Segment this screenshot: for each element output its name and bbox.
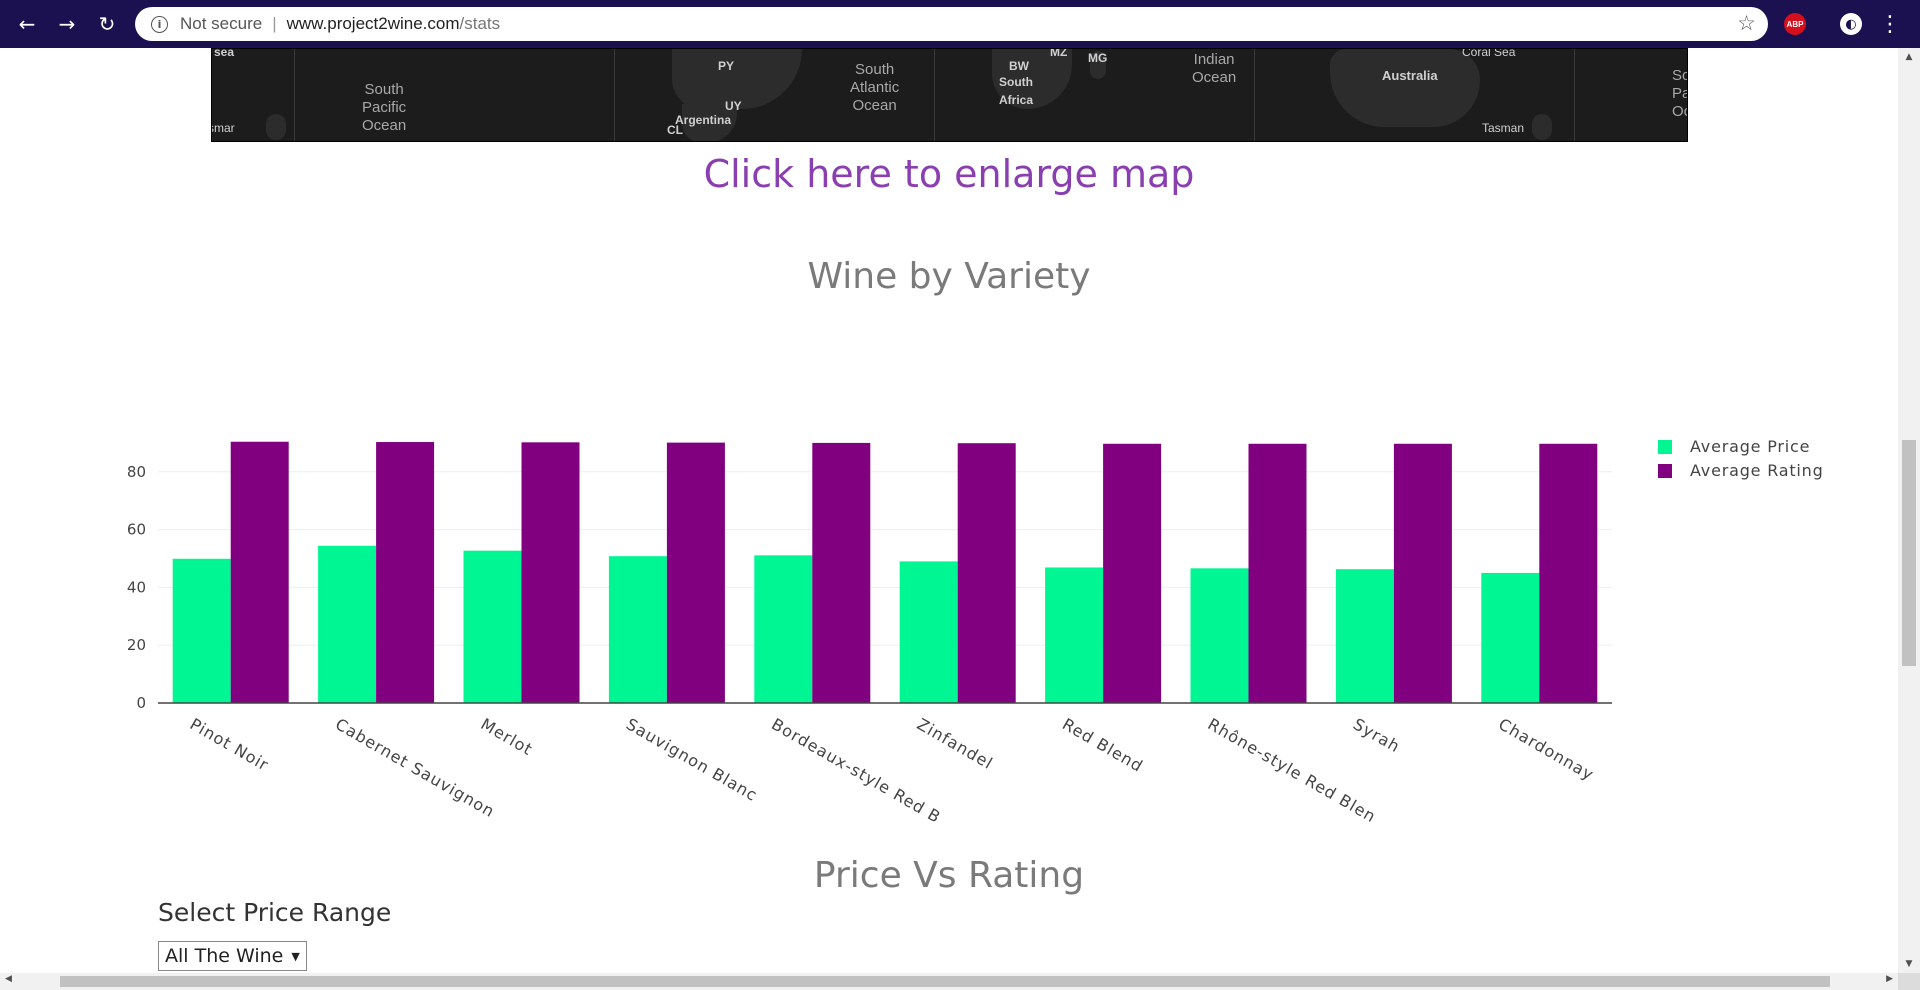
bar-average-rating[interactable] — [812, 442, 871, 703]
bar-average-rating[interactable] — [666, 442, 725, 703]
bar-average-rating[interactable] — [521, 442, 580, 703]
bar-average-rating[interactable] — [1248, 443, 1307, 703]
legend-label[interactable]: Average Price — [1690, 437, 1810, 456]
price-vs-rating-title: Price Vs Rating — [813, 855, 1085, 896]
y-tick-label: 60 — [127, 521, 146, 539]
legend-swatch[interactable] — [1658, 440, 1672, 454]
scroll-up-icon[interactable]: ▲ — [1898, 52, 1920, 62]
bar-average-price[interactable] — [1335, 569, 1394, 703]
bar-average-price[interactable] — [608, 556, 667, 703]
vertical-scroll-thumb[interactable] — [1902, 440, 1916, 666]
bar-average-price[interactable] — [1045, 567, 1104, 703]
chevron-down-icon: ▼ — [291, 949, 300, 963]
scroll-right-icon[interactable]: ▶ — [1886, 974, 1893, 984]
price-range-selected-value: All The Wine — [165, 945, 284, 967]
legend-label[interactable]: Average Rating — [1690, 461, 1824, 480]
legend-swatch[interactable] — [1658, 464, 1672, 478]
y-tick-label: 80 — [127, 463, 146, 481]
x-tick-label: Syrah — [1350, 714, 1404, 756]
horizontal-scrollbar[interactable]: ◀ ▶ — [0, 973, 1898, 990]
bar-average-rating[interactable] — [1393, 443, 1452, 703]
scroll-left-icon[interactable]: ◀ — [5, 974, 12, 984]
bar-average-price[interactable] — [899, 561, 958, 703]
bar-average-rating[interactable] — [957, 443, 1016, 703]
y-tick-label: 40 — [127, 578, 146, 596]
chart-legend[interactable]: Average Price Average Rating — [1658, 437, 1824, 480]
bar-average-price[interactable] — [1190, 568, 1249, 703]
y-tick-label: 0 — [136, 694, 146, 712]
y-tick-label: 20 — [127, 636, 146, 654]
x-tick-label: Red Blend — [1059, 714, 1146, 775]
scroll-down-icon[interactable]: ▼ — [1898, 959, 1920, 969]
bar-average-price[interactable] — [318, 545, 377, 703]
chart-bars — [172, 441, 1598, 703]
bar-average-rating[interactable] — [376, 442, 435, 703]
bar-average-price[interactable] — [754, 555, 813, 703]
x-tick-label: Sauvignon Blanc — [623, 714, 761, 805]
bar-average-price[interactable] — [172, 558, 231, 703]
x-tick-label: Pinot Noir — [187, 714, 273, 774]
wine-by-variety-chart: 0 20 40 60 80 Pinot Noir Cabernet SauvignonMer… — [127, 437, 1824, 827]
horizontal-scroll-thumb[interactable] — [60, 976, 1830, 987]
price-range-label: Select Price Range — [158, 898, 392, 927]
bar-average-price[interactable] — [463, 550, 522, 703]
x-tick-label: Merlot — [478, 714, 537, 759]
bar-average-price[interactable] — [1481, 572, 1540, 703]
x-tick-label: Zinfandel — [914, 714, 997, 773]
x-tick-label: Cabernet Sauvignon — [332, 714, 498, 821]
vertical-scrollbar[interactable]: ▲ ▼ — [1898, 48, 1920, 973]
x-tick-label: Chardonnay — [1495, 714, 1597, 784]
price-range-select[interactable]: All The Wine ▼ — [158, 941, 307, 971]
bar-average-rating[interactable] — [1103, 443, 1162, 703]
bar-average-rating[interactable] — [230, 441, 289, 703]
scrollbar-corner — [1898, 973, 1920, 990]
bar-average-rating[interactable] — [1539, 443, 1598, 703]
